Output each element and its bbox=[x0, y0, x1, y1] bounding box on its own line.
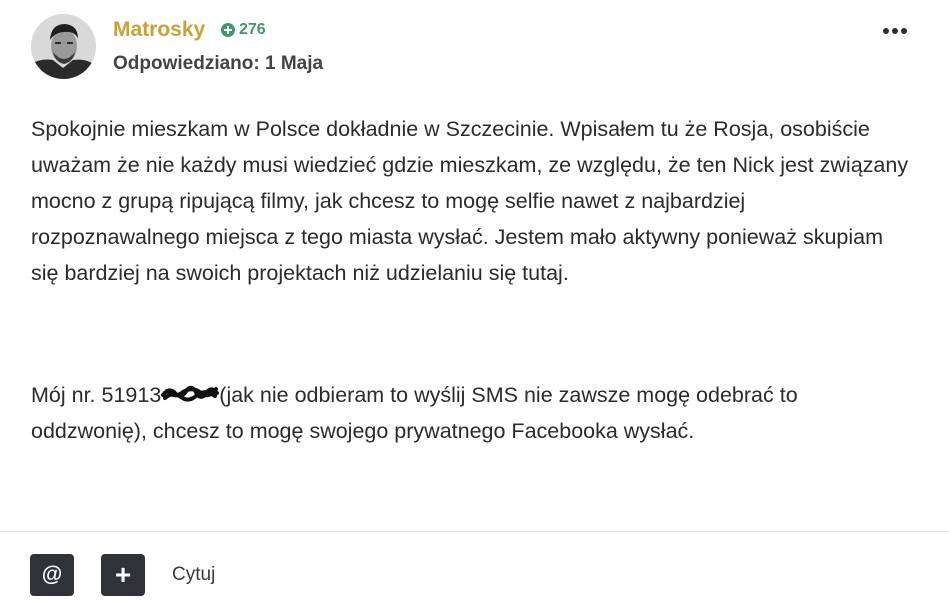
at-icon: @ bbox=[41, 563, 63, 586]
ellipsis-dot-icon bbox=[892, 28, 898, 34]
forum-post: Matrosky 276 Odpowiedziano: 1 Maja Spoko… bbox=[0, 0, 949, 602]
post-content: Spokojnie mieszkam w Polsce dokładnie w … bbox=[31, 111, 911, 449]
phone-number-visible: Mój nr. 51913 bbox=[31, 383, 162, 407]
quote-button[interactable]: Cytuj bbox=[172, 563, 215, 587]
reputation-badge[interactable]: 276 bbox=[221, 20, 266, 40]
post-paragraph: Mój nr. 51913 (jak nie odbieram to wyślij… bbox=[31, 377, 911, 449]
plus-circle-icon bbox=[221, 23, 235, 37]
post-date: Odpowiedziano: 1 Maja bbox=[113, 53, 324, 74]
redaction-scribble bbox=[161, 379, 220, 402]
author-name-link[interactable]: Matrosky bbox=[113, 17, 205, 43]
post-paragraph: Spokojnie mieszkam w Polsce dokładnie w … bbox=[31, 117, 909, 285]
post-footer-divider bbox=[0, 531, 949, 532]
ellipsis-dot-icon bbox=[901, 28, 907, 34]
add-button[interactable]: + bbox=[101, 554, 145, 596]
author-avatar[interactable] bbox=[31, 14, 96, 79]
ellipsis-dot-icon bbox=[883, 28, 889, 34]
mention-button[interactable]: @ bbox=[30, 554, 74, 596]
reputation-count: 276 bbox=[239, 21, 266, 38]
plus-icon: + bbox=[114, 559, 132, 590]
post-options-menu[interactable] bbox=[880, 20, 910, 42]
avatar-photo bbox=[31, 14, 96, 79]
